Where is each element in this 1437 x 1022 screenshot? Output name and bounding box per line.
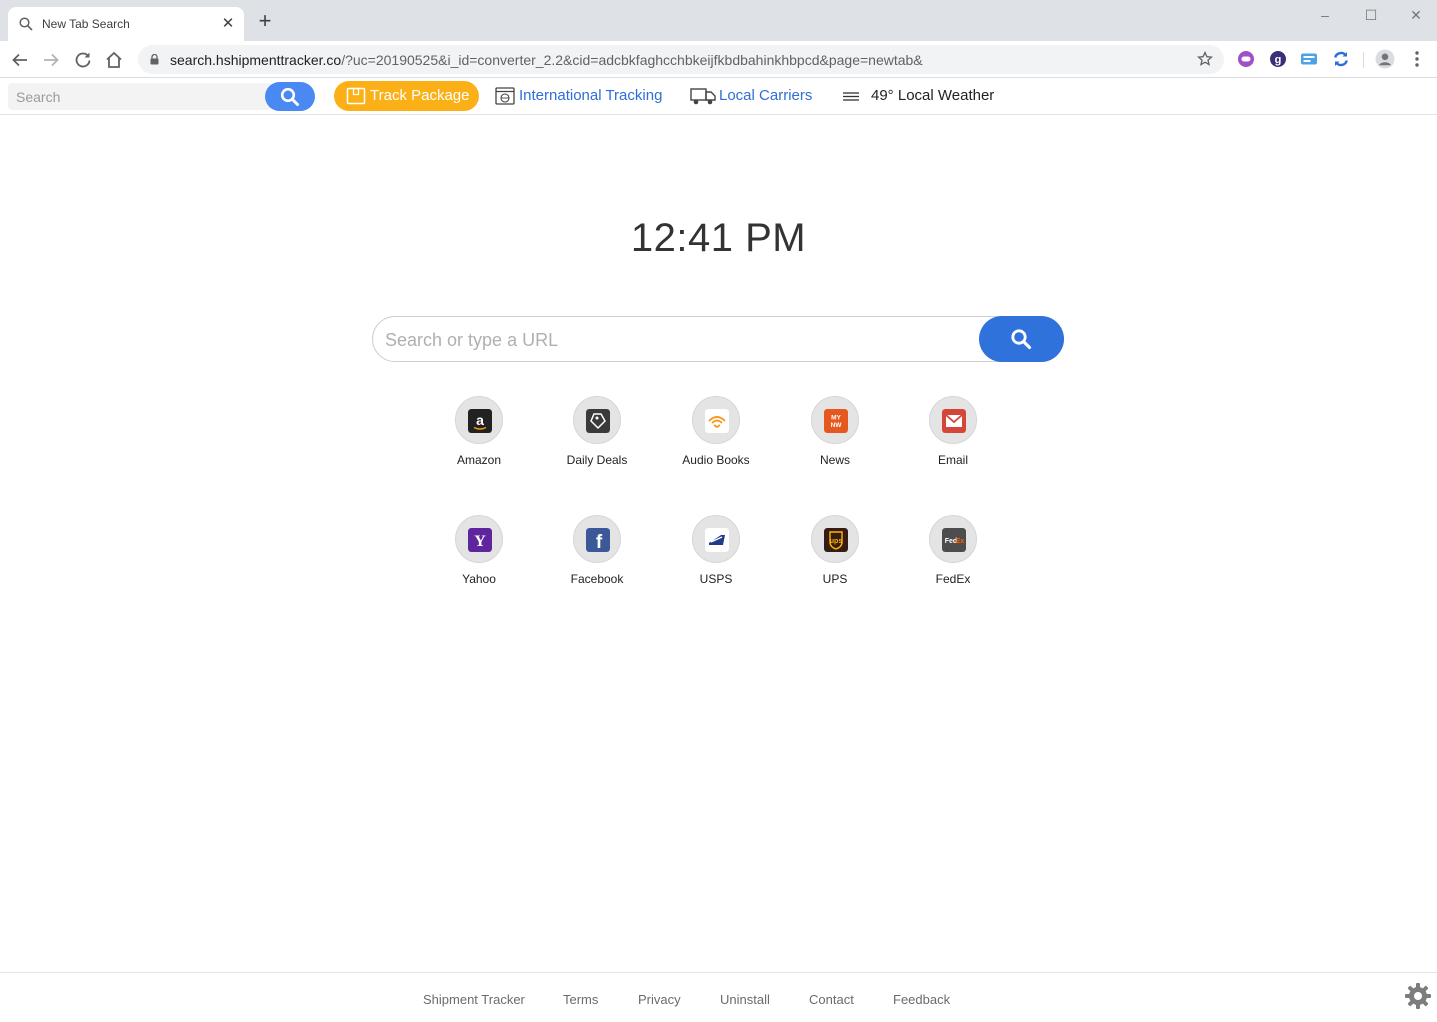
footer-link-uninstall[interactable]: Uninstall [720, 992, 770, 1007]
tile-label: Daily Deals [566, 453, 628, 467]
tile-yahoo[interactable]: Y Yahoo [429, 515, 529, 595]
close-window-button[interactable]: ✕ [1393, 4, 1437, 26]
tile-label: Audio Books [682, 453, 750, 467]
tile-circle [692, 515, 740, 563]
tile-label: Yahoo [462, 572, 496, 586]
local-weather-link[interactable]: 49° Local Weather [871, 87, 994, 104]
extension-gamepad-icon[interactable] [1237, 50, 1255, 68]
tile-circle: f [573, 515, 621, 563]
tile-label: USPS [699, 572, 733, 586]
tile-label: News [819, 453, 850, 467]
tile-circle: ups [811, 515, 859, 563]
footer-link-feedback[interactable]: Feedback [893, 992, 950, 1007]
package-icon [346, 87, 366, 105]
tile-facebook[interactable]: f Facebook [547, 515, 647, 595]
tile-label: Email [937, 453, 968, 467]
url-text: search.hshipmenttracker.co/?uc=20190525&… [170, 52, 923, 68]
amazon-icon: a [468, 409, 492, 433]
footer: Shipment Tracker Terms Privacy Uninstall… [0, 972, 1437, 1022]
footer-link-shipment-tracker[interactable]: Shipment Tracker [423, 992, 525, 1007]
search-icon [280, 87, 299, 106]
svg-text:Ex: Ex [956, 538, 965, 545]
yahoo-icon: Y [468, 528, 492, 552]
tile-label: Amazon [456, 453, 502, 467]
home-icon[interactable] [102, 48, 126, 72]
extension-card-icon[interactable] [1300, 50, 1318, 68]
toolbar-separator [1363, 52, 1364, 68]
tile-news[interactable]: MY NW News [785, 396, 885, 476]
tile-circle: MY NW [811, 396, 859, 444]
bookmark-star-icon[interactable] [1197, 51, 1213, 67]
svg-text:g: g [1275, 54, 1282, 66]
clock: 12:41 PM [630, 216, 807, 260]
svg-text:a: a [476, 412, 484, 428]
back-icon[interactable] [8, 48, 32, 72]
extbar-search-button[interactable] [265, 82, 315, 111]
news-icon: MYNW [824, 409, 848, 433]
tab-new-tab-search[interactable]: New Tab Search ✕ [8, 7, 244, 41]
international-tracking-link[interactable]: International Tracking [519, 87, 662, 104]
main-search-input[interactable] [385, 325, 975, 355]
tile-circle: a [455, 396, 503, 444]
svg-text:f: f [596, 532, 603, 552]
tile-label: FedEx [935, 572, 971, 586]
extbar-search-input[interactable] [8, 83, 272, 110]
tile-circle: Y [455, 515, 503, 563]
svg-text:NW: NW [831, 422, 843, 429]
close-tab-icon[interactable]: ✕ [219, 15, 237, 33]
local-carriers-link[interactable]: Local Carriers [719, 87, 812, 104]
tile-fedex[interactable]: Fed Ex FedEx [903, 515, 1003, 595]
tile-circle [573, 396, 621, 444]
footer-link-privacy[interactable]: Privacy [638, 992, 681, 1007]
track-package-label: Track Package [370, 87, 470, 104]
usps-icon [705, 528, 729, 552]
ups-icon: ups [824, 528, 848, 552]
lock-icon [150, 54, 159, 65]
main-search-button[interactable] [979, 316, 1064, 362]
truck-icon [690, 88, 716, 105]
tab-strip: New Tab Search ✕ + – ☐ ✕ [0, 0, 1437, 41]
tile-audio-books[interactable]: Audio Books [666, 396, 766, 476]
maximize-button[interactable]: ☐ [1348, 4, 1394, 26]
search-icon [19, 17, 33, 31]
forward-icon[interactable] [39, 48, 63, 72]
tile-circle [692, 396, 740, 444]
fedex-icon: FedEx [942, 528, 966, 552]
audible-icon [705, 409, 729, 433]
tab-title: New Tab Search [42, 17, 130, 31]
address-bar[interactable]: search.hshipmenttracker.co/?uc=20190525&… [138, 45, 1224, 74]
browser-toolbar: search.hshipmenttracker.co/?uc=20190525&… [0, 41, 1437, 78]
gmail-icon [942, 409, 966, 433]
tile-label: UPS [822, 572, 848, 586]
tile-amazon[interactable]: a Amazon [429, 396, 529, 476]
svg-text:ups: ups [830, 538, 843, 545]
main-search-box [372, 316, 1064, 362]
footer-link-contact[interactable]: Contact [809, 992, 854, 1007]
extension-bar: Track Package International Tracking Loc… [0, 78, 1437, 115]
tag-icon [586, 409, 610, 433]
fog-weather-icon [843, 92, 859, 101]
tile-email[interactable]: Email [903, 396, 1003, 476]
tile-circle [929, 396, 977, 444]
tile-circle: Fed Ex [929, 515, 977, 563]
extension-converter-icon[interactable] [1332, 50, 1350, 68]
gear-icon[interactable] [1404, 982, 1432, 1010]
tile-usps[interactable]: USPS [666, 515, 766, 595]
search-icon [1011, 329, 1032, 350]
reload-icon[interactable] [71, 48, 95, 72]
track-package-button[interactable]: Track Package [334, 81, 479, 111]
tile-ups[interactable]: ups UPS [785, 515, 885, 595]
profile-avatar-icon[interactable] [1375, 49, 1395, 69]
svg-text:Y: Y [474, 533, 486, 550]
footer-link-terms[interactable]: Terms [563, 992, 598, 1007]
minimize-button[interactable]: – [1302, 4, 1348, 26]
globe-box-icon [495, 87, 515, 105]
extension-g-icon[interactable]: g [1269, 50, 1287, 68]
tile-daily-deals[interactable]: Daily Deals [547, 396, 647, 476]
tile-label: Facebook [570, 572, 624, 586]
browser-menu-icon[interactable] [1407, 49, 1427, 69]
svg-text:MY: MY [831, 415, 841, 422]
new-tab-button[interactable]: + [253, 10, 277, 34]
facebook-icon: f [586, 528, 610, 552]
